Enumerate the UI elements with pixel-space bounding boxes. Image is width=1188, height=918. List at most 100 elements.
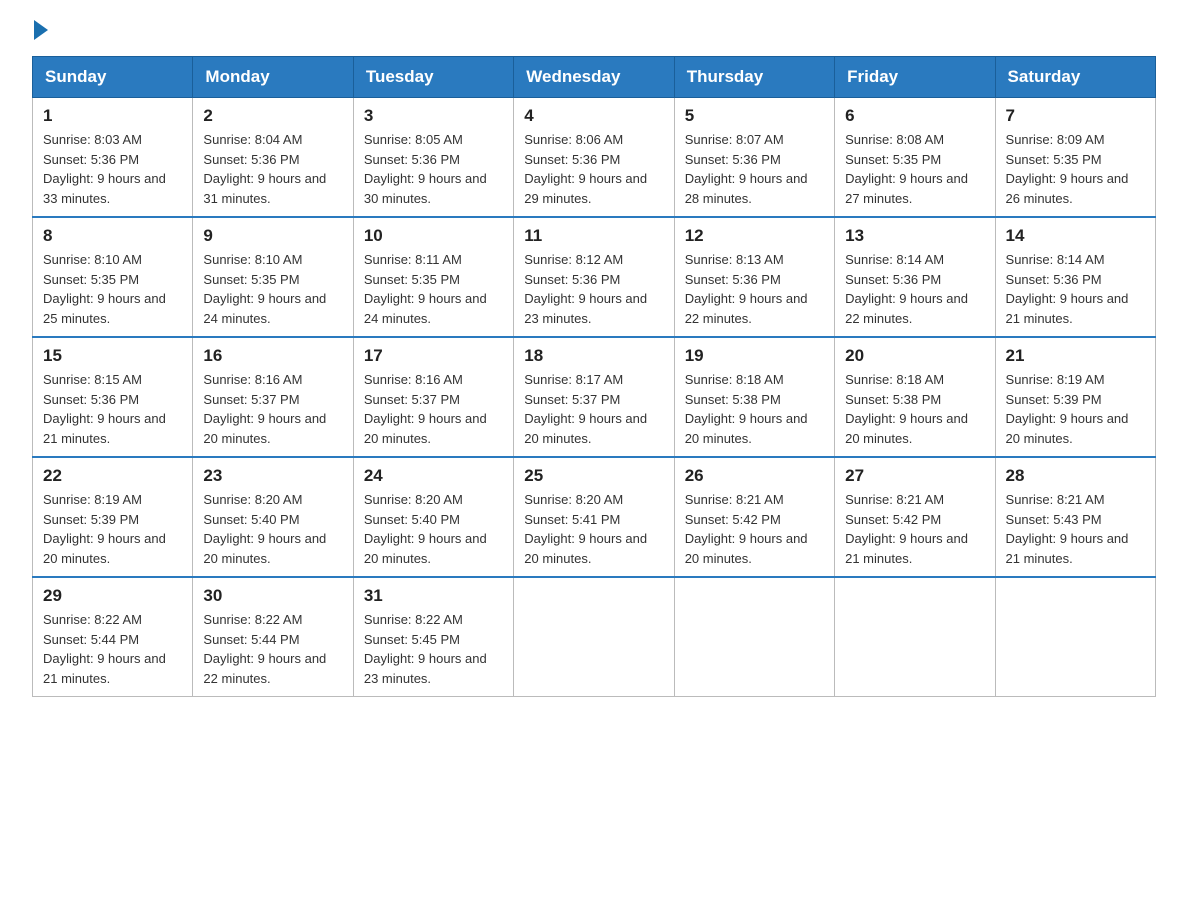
day-number: 18 xyxy=(524,346,663,366)
calendar-cell: 6Sunrise: 8:08 AMSunset: 5:35 PMDaylight… xyxy=(835,98,995,218)
day-info: Sunrise: 8:14 AMSunset: 5:36 PMDaylight:… xyxy=(1006,250,1145,328)
day-number: 12 xyxy=(685,226,824,246)
calendar-cell: 21 Sunrise: 8:19 AMSunset: 5:39 PMDayligh… xyxy=(995,337,1155,457)
weekday-header-sunday: Sunday xyxy=(33,57,193,98)
calendar-cell: 24Sunrise: 8:20 AMSunset: 5:40 PMDayligh… xyxy=(353,457,513,577)
calendar-cell: 22 Sunrise: 8:19 AMSunset: 5:39 PMDayligh… xyxy=(33,457,193,577)
day-number: 16 xyxy=(203,346,342,366)
calendar-cell: 8 Sunrise: 8:10 AMSunset: 5:35 PMDaylight… xyxy=(33,217,193,337)
day-info: Sunrise: 8:14 AMSunset: 5:36 PMDaylight:… xyxy=(845,250,984,328)
day-info: Sunrise: 8:19 AMSunset: 5:39 PMDaylight:… xyxy=(43,490,182,568)
day-info: Sunrise: 8:10 AMSunset: 5:35 PMDaylight:… xyxy=(43,250,182,328)
day-info: Sunrise: 8:18 AMSunset: 5:38 PMDaylight:… xyxy=(685,370,824,448)
day-number: 10 xyxy=(364,226,503,246)
calendar-cell: 2 Sunrise: 8:04 AMSunset: 5:36 PMDaylight… xyxy=(193,98,353,218)
day-info: Sunrise: 8:10 AMSunset: 5:35 PMDaylight:… xyxy=(203,250,342,328)
calendar-cell: 18Sunrise: 8:17 AMSunset: 5:37 PMDayligh… xyxy=(514,337,674,457)
calendar-cell: 26 Sunrise: 8:21 AMSunset: 5:42 PMDayligh… xyxy=(674,457,834,577)
day-info: Sunrise: 8:09 AMSunset: 5:35 PMDaylight:… xyxy=(1006,130,1145,208)
day-info: Sunrise: 8:22 AMSunset: 5:44 PMDaylight:… xyxy=(43,610,182,688)
logo xyxy=(32,24,48,36)
day-info: Sunrise: 8:06 AMSunset: 5:36 PMDaylight:… xyxy=(524,130,663,208)
calendar-cell: 30 Sunrise: 8:22 AMSunset: 5:44 PMDayligh… xyxy=(193,577,353,697)
week-row-3: 15 Sunrise: 8:15 AMSunset: 5:36 PMDayligh… xyxy=(33,337,1156,457)
weekday-header-thursday: Thursday xyxy=(674,57,834,98)
day-number: 21 xyxy=(1006,346,1145,366)
day-number: 26 xyxy=(685,466,824,486)
calendar-cell: 27 Sunrise: 8:21 AMSunset: 5:42 PMDayligh… xyxy=(835,457,995,577)
calendar-cell: 1 Sunrise: 8:03 AMSunset: 5:36 PMDaylight… xyxy=(33,98,193,218)
calendar-cell: 5Sunrise: 8:07 AMSunset: 5:36 PMDaylight… xyxy=(674,98,834,218)
calendar-cell: 31Sunrise: 8:22 AMSunset: 5:45 PMDayligh… xyxy=(353,577,513,697)
weekday-header-row: SundayMondayTuesdayWednesdayThursdayFrid… xyxy=(33,57,1156,98)
weekday-header-wednesday: Wednesday xyxy=(514,57,674,98)
day-number: 28 xyxy=(1006,466,1145,486)
week-row-1: 1 Sunrise: 8:03 AMSunset: 5:36 PMDaylight… xyxy=(33,98,1156,218)
calendar-cell: 7 Sunrise: 8:09 AMSunset: 5:35 PMDaylight… xyxy=(995,98,1155,218)
weekday-header-tuesday: Tuesday xyxy=(353,57,513,98)
calendar-cell xyxy=(995,577,1155,697)
page-header xyxy=(32,24,1156,36)
day-info: Sunrise: 8:15 AMSunset: 5:36 PMDaylight:… xyxy=(43,370,182,448)
calendar-cell: 19 Sunrise: 8:18 AMSunset: 5:38 PMDayligh… xyxy=(674,337,834,457)
day-info: Sunrise: 8:16 AMSunset: 5:37 PMDaylight:… xyxy=(364,370,503,448)
day-number: 2 xyxy=(203,106,342,126)
day-number: 23 xyxy=(203,466,342,486)
day-info: Sunrise: 8:20 AMSunset: 5:41 PMDaylight:… xyxy=(524,490,663,568)
day-number: 15 xyxy=(43,346,182,366)
calendar-cell: 28 Sunrise: 8:21 AMSunset: 5:43 PMDayligh… xyxy=(995,457,1155,577)
day-number: 7 xyxy=(1006,106,1145,126)
calendar-cell xyxy=(514,577,674,697)
day-info: Sunrise: 8:21 AMSunset: 5:43 PMDaylight:… xyxy=(1006,490,1145,568)
calendar-cell: 4 Sunrise: 8:06 AMSunset: 5:36 PMDaylight… xyxy=(514,98,674,218)
day-number: 1 xyxy=(43,106,182,126)
calendar-cell: 29Sunrise: 8:22 AMSunset: 5:44 PMDayligh… xyxy=(33,577,193,697)
calendar-cell: 14 Sunrise: 8:14 AMSunset: 5:36 PMDayligh… xyxy=(995,217,1155,337)
day-number: 27 xyxy=(845,466,984,486)
calendar-cell: 13 Sunrise: 8:14 AMSunset: 5:36 PMDayligh… xyxy=(835,217,995,337)
day-number: 14 xyxy=(1006,226,1145,246)
day-number: 17 xyxy=(364,346,503,366)
day-info: Sunrise: 8:13 AMSunset: 5:36 PMDaylight:… xyxy=(685,250,824,328)
day-info: Sunrise: 8:19 AMSunset: 5:39 PMDaylight:… xyxy=(1006,370,1145,448)
calendar-cell: 10Sunrise: 8:11 AMSunset: 5:35 PMDayligh… xyxy=(353,217,513,337)
calendar-cell: 12 Sunrise: 8:13 AMSunset: 5:36 PMDayligh… xyxy=(674,217,834,337)
day-info: Sunrise: 8:03 AMSunset: 5:36 PMDaylight:… xyxy=(43,130,182,208)
calendar-cell: 16Sunrise: 8:16 AMSunset: 5:37 PMDayligh… xyxy=(193,337,353,457)
week-row-4: 22 Sunrise: 8:19 AMSunset: 5:39 PMDayligh… xyxy=(33,457,1156,577)
calendar-cell xyxy=(835,577,995,697)
week-row-5: 29Sunrise: 8:22 AMSunset: 5:44 PMDayligh… xyxy=(33,577,1156,697)
day-info: Sunrise: 8:21 AMSunset: 5:42 PMDaylight:… xyxy=(685,490,824,568)
day-number: 9 xyxy=(203,226,342,246)
calendar-cell: 9 Sunrise: 8:10 AMSunset: 5:35 PMDaylight… xyxy=(193,217,353,337)
day-number: 20 xyxy=(845,346,984,366)
day-info: Sunrise: 8:07 AMSunset: 5:36 PMDaylight:… xyxy=(685,130,824,208)
day-info: Sunrise: 8:21 AMSunset: 5:42 PMDaylight:… xyxy=(845,490,984,568)
day-number: 3 xyxy=(364,106,503,126)
day-info: Sunrise: 8:08 AMSunset: 5:35 PMDaylight:… xyxy=(845,130,984,208)
day-number: 8 xyxy=(43,226,182,246)
weekday-header-monday: Monday xyxy=(193,57,353,98)
calendar-cell xyxy=(674,577,834,697)
logo-arrow-icon xyxy=(34,20,48,40)
weekday-header-friday: Friday xyxy=(835,57,995,98)
day-number: 13 xyxy=(845,226,984,246)
day-info: Sunrise: 8:12 AMSunset: 5:36 PMDaylight:… xyxy=(524,250,663,328)
calendar-table: SundayMondayTuesdayWednesdayThursdayFrid… xyxy=(32,56,1156,697)
week-row-2: 8 Sunrise: 8:10 AMSunset: 5:35 PMDaylight… xyxy=(33,217,1156,337)
calendar-cell: 20Sunrise: 8:18 AMSunset: 5:38 PMDayligh… xyxy=(835,337,995,457)
day-number: 22 xyxy=(43,466,182,486)
day-info: Sunrise: 8:04 AMSunset: 5:36 PMDaylight:… xyxy=(203,130,342,208)
day-number: 30 xyxy=(203,586,342,606)
day-info: Sunrise: 8:20 AMSunset: 5:40 PMDaylight:… xyxy=(203,490,342,568)
calendar-cell: 15 Sunrise: 8:15 AMSunset: 5:36 PMDayligh… xyxy=(33,337,193,457)
day-number: 25 xyxy=(524,466,663,486)
day-number: 24 xyxy=(364,466,503,486)
day-info: Sunrise: 8:22 AMSunset: 5:45 PMDaylight:… xyxy=(364,610,503,688)
day-info: Sunrise: 8:22 AMSunset: 5:44 PMDaylight:… xyxy=(203,610,342,688)
day-number: 4 xyxy=(524,106,663,126)
calendar-cell: 17 Sunrise: 8:16 AMSunset: 5:37 PMDayligh… xyxy=(353,337,513,457)
day-number: 11 xyxy=(524,226,663,246)
day-number: 19 xyxy=(685,346,824,366)
weekday-header-saturday: Saturday xyxy=(995,57,1155,98)
